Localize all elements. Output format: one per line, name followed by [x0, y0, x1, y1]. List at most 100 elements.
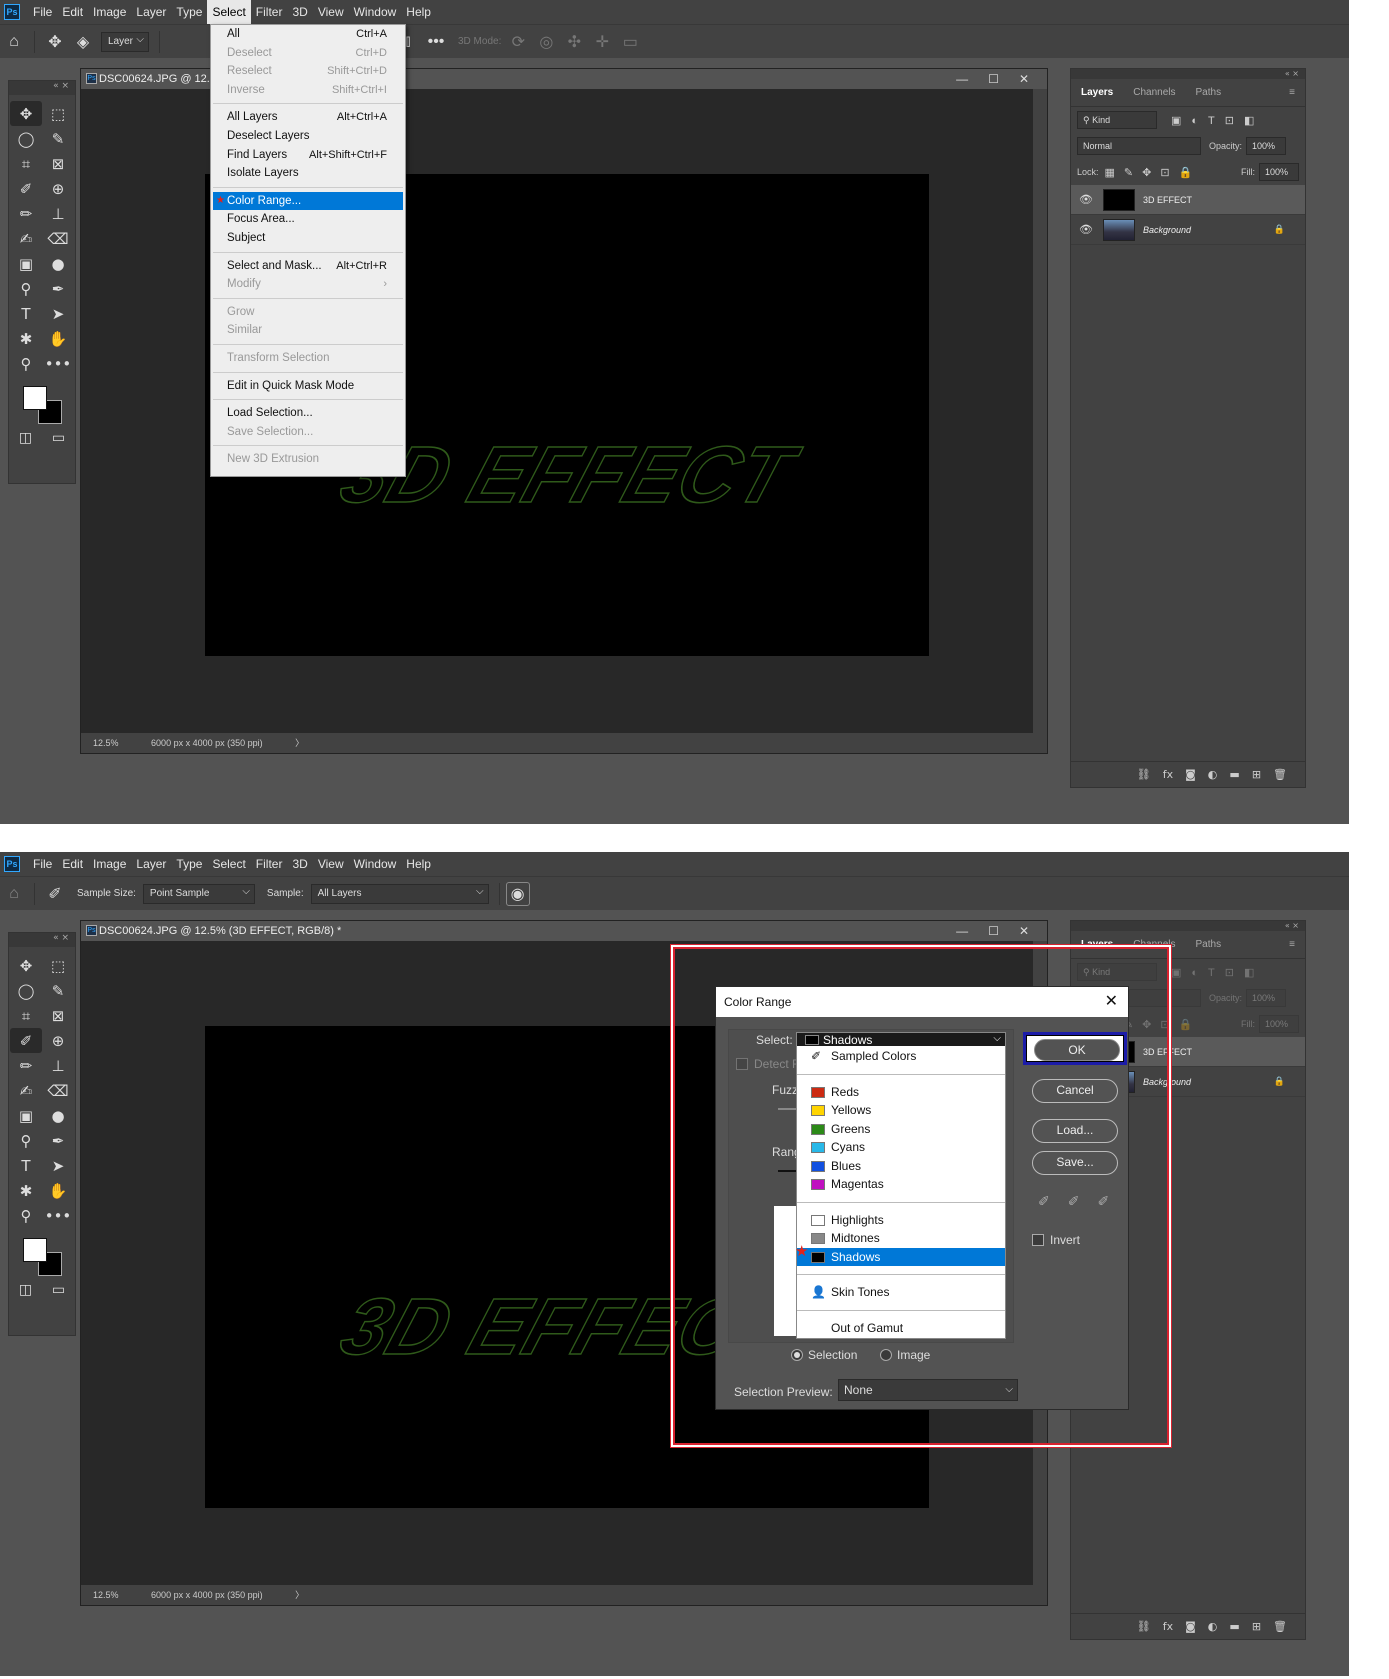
eye-icon[interactable]: 👁: [1079, 223, 1099, 236]
fx-icon[interactable]: fx: [1163, 1620, 1173, 1633]
menu-edit[interactable]: Edit: [57, 852, 88, 876]
menu-item-deselect-layers[interactable]: Deselect Layers: [211, 127, 405, 146]
frame-tool[interactable]: ⊠: [42, 1003, 74, 1028]
marquee-tool[interactable]: ⬚: [42, 953, 74, 978]
fill-field[interactable]: 100%: [1259, 163, 1299, 181]
option-cyans[interactable]: Cyans: [797, 1138, 1005, 1157]
eyedropper-tool[interactable]: ✐: [10, 176, 42, 201]
more-tools-icon[interactable]: •••: [42, 351, 74, 376]
menu-filter[interactable]: Filter: [251, 852, 288, 876]
marquee-tool[interactable]: ⬚: [42, 101, 74, 126]
tab-channels[interactable]: Channels: [1123, 87, 1185, 98]
eraser-tool[interactable]: ⌫: [42, 226, 74, 251]
home-icon[interactable]: ⌂: [0, 880, 28, 908]
menu-view[interactable]: View: [313, 852, 349, 876]
dialog-close-icon[interactable]: ✕: [1105, 987, 1118, 1017]
panel-menu-icon[interactable]: ≡: [1279, 87, 1305, 98]
eyedropper-icon[interactable]: ✐: [1038, 1193, 1050, 1210]
sample-dropdown[interactable]: All Layers: [310, 883, 489, 904]
history-brush-tool[interactable]: ✍: [10, 1078, 42, 1103]
move-tool-icon[interactable]: ✥: [41, 28, 69, 56]
collapse-icon[interactable]: « ×: [9, 81, 75, 95]
more-options-icon[interactable]: •••: [422, 28, 450, 56]
tab-paths[interactable]: Paths: [1186, 939, 1232, 950]
folder-icon[interactable]: ▬: [1229, 768, 1239, 781]
menu-item-edit-in-quick-mask-mode[interactable]: Edit in Quick Mask Mode: [211, 377, 405, 396]
eyedropper-plus-icon[interactable]: ✐: [1068, 1193, 1080, 1210]
opacity-field[interactable]: 100%: [1246, 137, 1287, 155]
type-tool[interactable]: T: [10, 1153, 42, 1178]
menu-layer[interactable]: Layer: [131, 0, 171, 24]
hand-tool[interactable]: ✋: [42, 1178, 74, 1203]
path-select-tool[interactable]: ➤: [42, 1153, 74, 1178]
menu-item-focus-area[interactable]: Focus Area...: [211, 210, 405, 229]
menu-item-new-3d-extrusion[interactable]: New 3D Extrusion: [211, 450, 405, 469]
heal-tool[interactable]: ⊕: [42, 1028, 74, 1053]
path-select-tool[interactable]: ➤: [42, 301, 74, 326]
load-button[interactable]: Load...: [1032, 1119, 1118, 1143]
document-tab[interactable]: Ps DSC00624.JPG @ 12.5% (3D EFFECT, RGB/8…: [81, 921, 1047, 941]
option-sampled-colors[interactable]: ✐ Sampled Colors: [797, 1047, 1005, 1066]
menu-3d[interactable]: 3D: [287, 0, 312, 24]
panel-collapse-icon[interactable]: « ×: [1071, 921, 1305, 931]
frame-tool[interactable]: ⊠: [42, 151, 74, 176]
trash-icon[interactable]: 🗑: [1273, 1620, 1287, 1633]
more-tools-icon[interactable]: •••: [42, 1203, 74, 1228]
lasso-tool[interactable]: ◯: [10, 126, 42, 151]
menu-layer[interactable]: Layer: [131, 852, 171, 876]
auto-select-dropdown[interactable]: Layer: [101, 31, 149, 52]
vertical-scrollbar[interactable]: [1033, 89, 1047, 733]
trash-icon[interactable]: 🗑: [1273, 768, 1287, 781]
menu-help[interactable]: Help: [401, 852, 436, 876]
radio-selection[interactable]: Selection: [791, 1348, 857, 1362]
menu-item-find-layers[interactable]: Find Layers Alt+Shift+Ctrl+F: [211, 146, 405, 165]
foreground-color[interactable]: [23, 386, 47, 410]
select-dropdown[interactable]: Shadows ⌵: [797, 1033, 1005, 1047]
foreground-color[interactable]: [23, 1238, 47, 1262]
eyedropper-tool-icon[interactable]: ✐: [41, 880, 69, 908]
filter-icons[interactable]: ▣◐T⊡◧: [1171, 114, 1264, 127]
fill-field[interactable]: 100%: [1259, 1015, 1299, 1033]
menu-view[interactable]: View: [313, 0, 349, 24]
maximize-icon[interactable]: ☐: [988, 69, 999, 89]
option-midtones[interactable]: Midtones: [797, 1229, 1005, 1248]
3d-slide-icon[interactable]: ✛: [588, 28, 616, 56]
radio-image[interactable]: Image: [880, 1348, 930, 1362]
zoom-tool[interactable]: ⚲: [10, 351, 42, 376]
dodge-tool[interactable]: ⚲: [10, 276, 42, 301]
fuzziness-slider[interactable]: [778, 1108, 796, 1110]
mask-icon[interactable]: ◙: [1185, 1620, 1196, 1633]
pen-tool[interactable]: ✒: [42, 1128, 74, 1153]
menu-file[interactable]: File: [28, 852, 57, 876]
history-brush-tool[interactable]: ✍: [10, 226, 42, 251]
menu-help[interactable]: Help: [401, 0, 436, 24]
adjustment-icon[interactable]: ◐: [1208, 1620, 1218, 1633]
folder-icon[interactable]: ▬: [1229, 1620, 1239, 1633]
hand-tool[interactable]: ✋: [42, 326, 74, 351]
ok-button[interactable]: OK: [1034, 1039, 1120, 1061]
menu-select[interactable]: Select: [207, 852, 250, 876]
3d-roll-icon[interactable]: ◎: [532, 28, 560, 56]
menu-item-inverse[interactable]: Inverse Shift+Ctrl+I: [211, 81, 405, 100]
quick-mask-icon[interactable]: ◫: [19, 1282, 32, 1298]
mask-icon[interactable]: ◙: [1185, 768, 1196, 781]
menu-item-subject[interactable]: Subject: [211, 229, 405, 248]
menu-item-reselect[interactable]: Reselect Shift+Ctrl+D: [211, 62, 405, 81]
layer-background[interactable]: 👁 Background 🔒: [1071, 215, 1305, 245]
3d-rotate-icon[interactable]: ⟳: [504, 28, 532, 56]
menu-type[interactable]: Type: [171, 0, 207, 24]
menu-item-save-selection[interactable]: Save Selection...: [211, 423, 405, 442]
menu-image[interactable]: Image: [88, 852, 131, 876]
status-arrow-icon[interactable]: 〉: [295, 738, 304, 748]
color-swatches[interactable]: [9, 1234, 75, 1282]
kind-filter-dropdown[interactable]: ⚲ Kind: [1077, 111, 1157, 129]
gradient-tool[interactable]: ▣: [10, 251, 42, 276]
shape-tool[interactable]: ✱: [10, 326, 42, 351]
menu-item-transform-selection[interactable]: Transform Selection: [211, 349, 405, 368]
quick-mask-icon[interactable]: ◫: [19, 430, 32, 446]
crop-tool[interactable]: ⌗: [10, 1003, 42, 1028]
status-arrow-icon[interactable]: 〉: [295, 1590, 304, 1600]
minimize-icon[interactable]: —: [956, 921, 968, 941]
eraser-tool[interactable]: ⌫: [42, 1078, 74, 1103]
move-tool[interactable]: ✥: [10, 101, 42, 126]
